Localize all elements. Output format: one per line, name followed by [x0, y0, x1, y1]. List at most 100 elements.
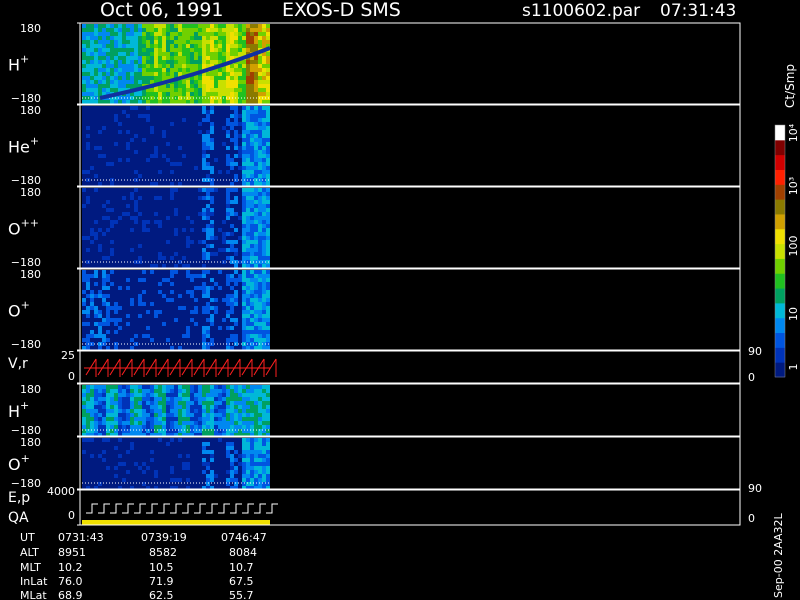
heatmap-cell — [158, 286, 162, 290]
heatmap-cell — [178, 200, 182, 204]
heatmap-cell — [170, 450, 174, 454]
heatmap-cell — [126, 220, 130, 224]
heatmap-cell — [130, 174, 134, 178]
heatmap-cell — [98, 48, 102, 52]
heatmap-cell — [154, 244, 158, 248]
heatmap-cell — [186, 306, 190, 310]
heatmap-cell — [122, 338, 126, 342]
heatmap-cell — [202, 393, 206, 397]
heatmap-cell — [198, 393, 202, 397]
heatmap-cell — [170, 282, 174, 286]
heatmap-cell — [90, 142, 94, 146]
heatmap-cell — [98, 385, 102, 389]
heatmap-cell — [130, 72, 134, 76]
heatmap-cell — [230, 294, 234, 298]
heatmap-cell — [90, 200, 94, 204]
heatmap-cell — [138, 174, 142, 178]
heatmap-cell — [230, 212, 234, 216]
heatmap-cell — [194, 466, 198, 470]
heatmap-cell — [106, 232, 110, 236]
heatmap-cell — [178, 162, 182, 166]
heatmap-cell — [114, 474, 118, 478]
heatmap-cell — [98, 240, 102, 244]
heatmap-cell — [118, 401, 122, 405]
heatmap-cell — [254, 405, 258, 409]
heatmap-cell — [142, 224, 146, 228]
heatmap-cell — [230, 40, 234, 44]
heatmap-cell — [226, 290, 230, 294]
heatmap-cell — [154, 290, 158, 294]
heatmap-cell — [114, 252, 118, 256]
heatmap-cell — [190, 188, 194, 192]
heatmap-cell — [138, 421, 142, 425]
heatmap-cell — [258, 212, 262, 216]
heatmap-cell — [82, 170, 86, 174]
heatmap-cell — [114, 224, 118, 228]
heatmap-cell — [114, 100, 118, 104]
heatmap-cell — [254, 413, 258, 417]
heatmap-cell — [214, 126, 218, 130]
heatmap-cell — [202, 188, 206, 192]
heatmap-cell — [162, 478, 166, 482]
heatmap-cell — [118, 48, 122, 52]
heatmap-cell — [86, 72, 90, 76]
heatmap-cell — [222, 170, 226, 174]
heatmap-cell — [82, 252, 86, 256]
heatmap-cell — [82, 421, 86, 425]
heatmap-cell — [86, 122, 90, 126]
heatmap-cell — [230, 425, 234, 429]
heatmap-cell — [230, 204, 234, 208]
heatmap-cell — [186, 192, 190, 196]
heatmap-cell — [202, 294, 206, 298]
heatmap-cell — [194, 385, 198, 389]
heatmap-cell — [242, 212, 246, 216]
heatmap-cell — [226, 36, 230, 40]
heatmap-cell — [90, 282, 94, 286]
heatmap-cell — [106, 216, 110, 220]
heatmap-cell — [102, 72, 106, 76]
heatmap-cell — [114, 446, 118, 450]
heatmap-cell — [90, 413, 94, 417]
heatmap-cell — [266, 188, 270, 192]
heatmap-cell — [94, 458, 98, 462]
heatmap-cell — [174, 322, 178, 326]
heatmap-cell — [162, 130, 166, 134]
heatmap-cell — [198, 130, 202, 134]
heatmap-cell — [142, 200, 146, 204]
heatmap-cell — [162, 100, 166, 104]
heatmap-cell — [158, 346, 162, 350]
heatmap-cell — [130, 474, 134, 478]
heatmap-cell — [246, 228, 250, 232]
heatmap-cell — [170, 106, 174, 110]
heatmap-cell — [106, 389, 110, 393]
heatmap-cell — [94, 138, 98, 142]
heatmap-cell — [158, 208, 162, 212]
heatmap-cell — [242, 294, 246, 298]
heatmap-cell — [210, 330, 214, 334]
heatmap-cell — [222, 240, 226, 244]
heatmap-cell — [250, 154, 254, 158]
heatmap-cell — [254, 114, 258, 118]
heatmap-cell — [206, 106, 210, 110]
heatmap-cell — [118, 462, 122, 466]
heatmap-cell — [118, 56, 122, 60]
heatmap-cell — [98, 232, 102, 236]
heatmap-cell — [198, 470, 202, 474]
heatmap-cell — [190, 32, 194, 36]
heatmap-cell — [194, 446, 198, 450]
heatmap-cell — [266, 326, 270, 330]
heatmap-cell — [150, 118, 154, 122]
heatmap-cell — [90, 212, 94, 216]
heatmap-cell — [130, 409, 134, 413]
heatmap-cell — [210, 212, 214, 216]
heatmap-cell — [238, 166, 242, 170]
sms-summary-plot: Oct 06, 1991 EXOS-D SMS s1100602.par 07:… — [8, 0, 800, 600]
heatmap-cell — [242, 318, 246, 322]
heatmap-cell — [82, 216, 86, 220]
heatmap-cell — [234, 208, 238, 212]
heatmap-cell — [122, 56, 126, 60]
heatmap-cell — [158, 110, 162, 114]
heatmap-cell — [186, 330, 190, 334]
heatmap-cell — [110, 130, 114, 134]
heatmap-cell — [134, 413, 138, 417]
